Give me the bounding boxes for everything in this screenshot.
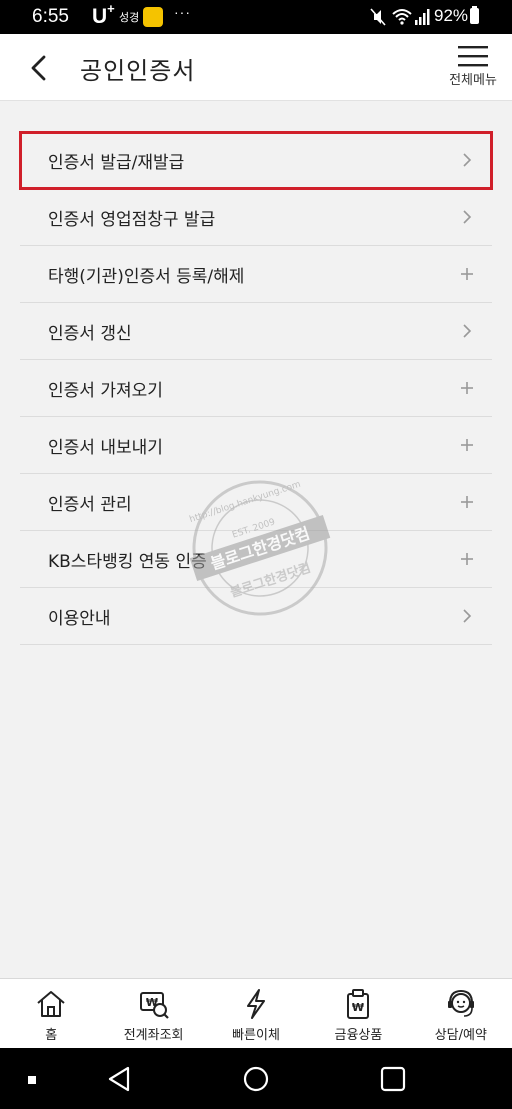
product-icon: ₩ [347,989,370,1019]
back-triangle-icon[interactable] [104,1064,134,1094]
nav-quick-transfer[interactable]: 빠른이체 [205,979,307,1049]
nav-financial-products[interactable]: ₩ 금융상품 [307,979,409,1049]
chevron-right-icon [463,210,472,224]
nav-home[interactable]: 홈 [0,979,102,1049]
menu-item-label: 타행(기관)인증서 등록/해제 [48,267,245,287]
chevron-right-icon [463,324,472,338]
full-menu-label: 전체메뉴 [449,73,497,88]
nav-label: 빠른이체 [232,1028,280,1043]
battery-percent: 92% [434,6,469,25]
status-time: 6:55 [32,6,69,27]
mute-icon [370,8,386,26]
nav-label: 상담/예약 [434,1028,487,1043]
chevron-left-icon [31,55,46,81]
nav-label: 홈 [45,1028,58,1043]
consult-icon [447,989,474,1017]
menu-item-label: 인증서 발급/재발급 [48,153,185,173]
carrier-extra: 성경 [119,12,140,24]
menu-item-kb-starbanking-auth[interactable]: KB스타뱅킹 연동 인증 [20,531,492,588]
system-navigation-bar [0,1048,512,1109]
account-search-icon: ₩ [139,992,169,1019]
status-bar: 6:55 U+ 성경 ··· 92% [0,0,512,34]
nav-all-accounts[interactable]: ₩ 전계좌조회 [102,979,204,1049]
nav-consult-reserve[interactable]: 상담/예약 [410,979,512,1049]
recents-square-icon[interactable] [378,1064,408,1094]
full-menu-button[interactable]: 전체메뉴 [446,44,500,98]
plus-icon [461,439,473,451]
home-circle-icon[interactable] [241,1064,271,1094]
plus-icon [461,553,473,565]
menu-item-label: 인증서 가져오기 [48,381,163,401]
app-header: 공인인증서 전체메뉴 [0,34,512,101]
lightning-icon [247,989,266,1019]
carrier-label: U+ [92,1,115,29]
menu-item-usage-guide[interactable]: 이용안내 [20,588,492,645]
menu-item-certificate-export[interactable]: 인증서 내보내기 [20,417,492,474]
svg-text:₩: ₩ [352,1001,364,1014]
menu-item-label: 인증서 내보내기 [48,438,163,458]
carrier-name: U [92,5,108,28]
menu-item-label: 인증서 관리 [48,495,132,515]
wifi-icon [392,9,412,25]
menu-item-certificate-manage[interactable]: 인증서 관리 [20,474,492,531]
home-icon [37,991,65,1017]
recent-dot-icon[interactable] [28,1076,36,1084]
chevron-right-icon [463,153,472,167]
menu-item-certificate-issue[interactable]: 인증서 발급/재발급 [19,131,493,190]
back-button[interactable] [24,52,56,84]
hamburger-menu-icon [458,46,488,67]
bottom-navigation: 홈 ₩ 전계좌조회 빠른이체 ₩ 금융상품 상담/예약 [0,978,512,1049]
menu-item-label: 인증서 영업점창구 발급 [48,210,216,230]
page-title: 공인인증서 [80,57,196,85]
cell-signal-icon [415,9,430,25]
chevron-right-icon [463,609,472,623]
plus-icon [461,496,473,508]
more-notifications-icon: ··· [174,4,191,20]
notification-app-icon [143,7,163,27]
menu-item-other-bank-register[interactable]: 타행(기관)인증서 등록/해제 [20,246,492,303]
carrier-plus: + [107,1,115,16]
menu-item-branch-issue[interactable]: 인증서 영업점창구 발급 [20,189,492,246]
certificate-menu-list: 인증서 발급/재발급 인증서 영업점창구 발급 타행(기관)인증서 등록/해제 … [19,131,493,645]
plus-icon [461,382,473,394]
nav-label: 금융상품 [334,1028,383,1043]
menu-item-label: 이용안내 [48,609,111,629]
plus-icon [461,268,473,280]
menu-item-certificate-import[interactable]: 인증서 가져오기 [20,360,492,417]
battery-icon [470,6,479,24]
menu-item-label: 인증서 갱신 [48,324,132,344]
menu-item-certificate-renew[interactable]: 인증서 갱신 [20,303,492,360]
nav-label: 전계좌조회 [123,1028,184,1043]
menu-item-label: KB스타뱅킹 연동 인증 [48,552,207,572]
